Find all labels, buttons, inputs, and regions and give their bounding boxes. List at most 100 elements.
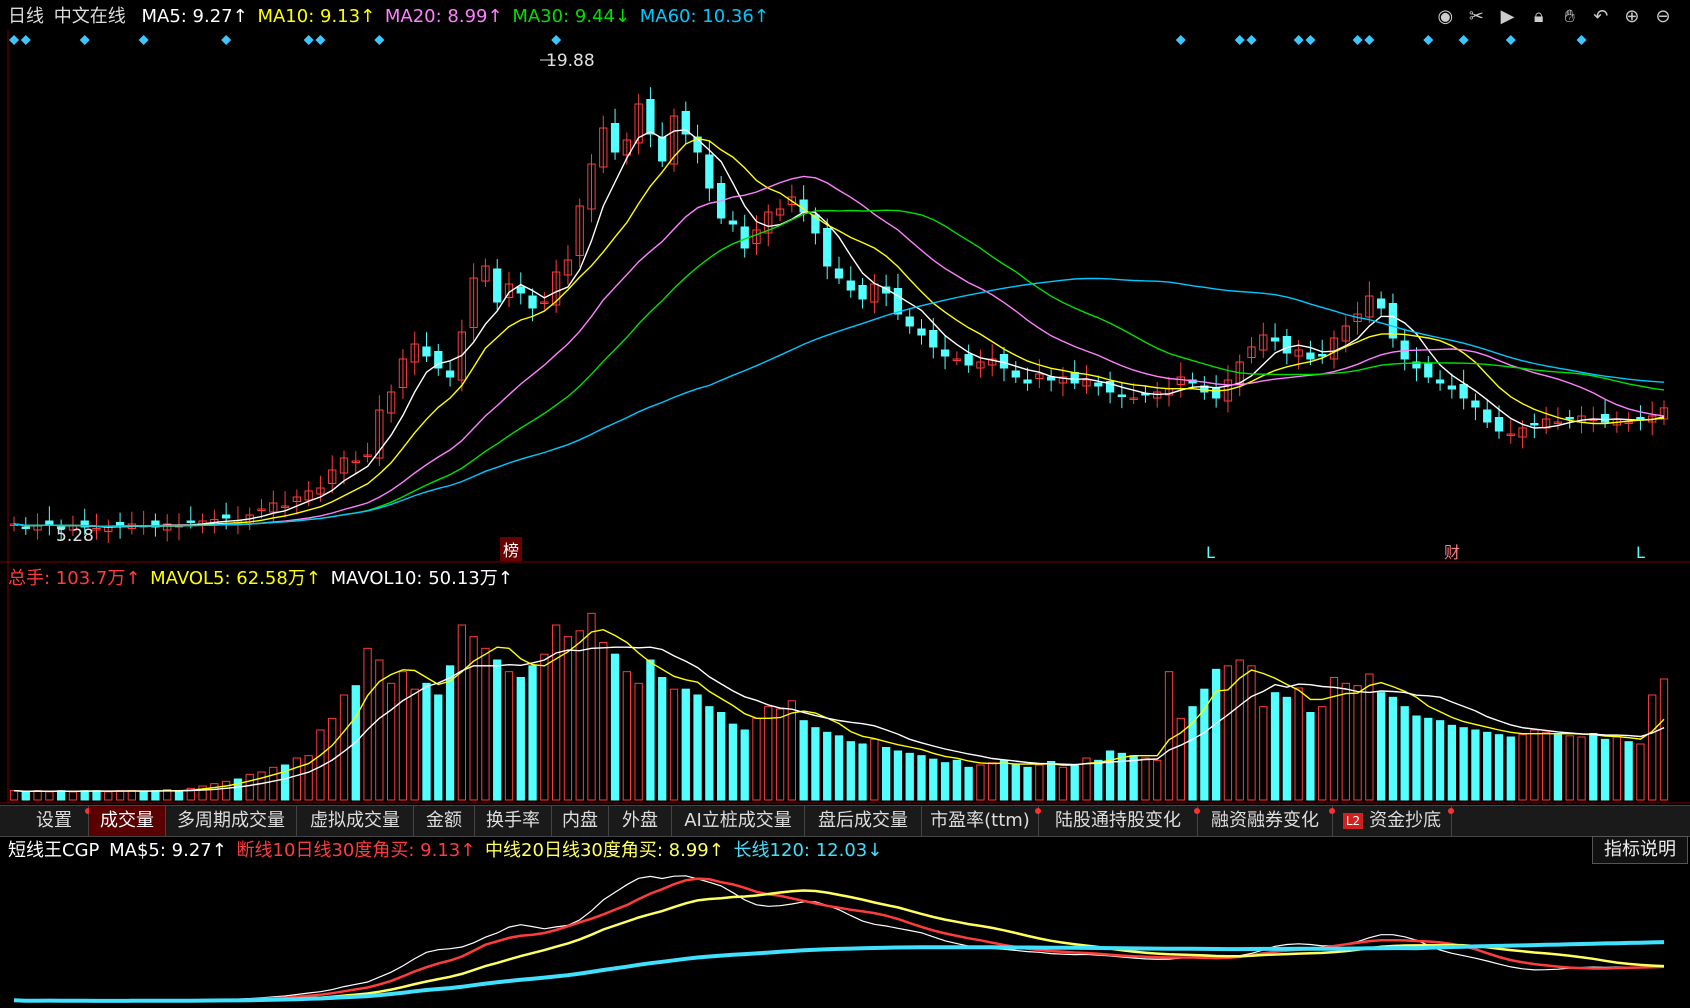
volume-bar — [1494, 734, 1504, 801]
candle-body — [1565, 417, 1574, 420]
undo-icon[interactable]: ↶ — [1588, 6, 1614, 28]
signal-diamond-icon — [1505, 35, 1516, 45]
volume-bar — [964, 766, 973, 801]
volume-bar — [1624, 741, 1633, 801]
zoom-in-icon[interactable]: ⊕ — [1619, 6, 1645, 28]
volume-bar — [127, 790, 137, 801]
volume-bar — [693, 694, 702, 801]
chart-toolbar: ◉ ✂ ▶ 🔒︎ ✋︎ ↶ ⊕ ⊖ — [1432, 6, 1676, 28]
tab-dot-icon — [1448, 808, 1454, 814]
tab-settings[interactable]: 设置 — [20, 806, 91, 836]
high-price-label: 19.88 — [546, 51, 595, 71]
volume-bar — [68, 791, 78, 801]
volume-bar — [339, 694, 349, 801]
volume-bar — [1058, 766, 1068, 801]
tab-virtual-volume[interactable]: 虚拟成交量 — [297, 806, 414, 836]
volume-bar — [386, 682, 396, 801]
volume-bar — [1412, 715, 1421, 801]
lock-icon[interactable]: 🔒︎ — [1526, 6, 1552, 28]
volume-bar — [811, 727, 820, 801]
volume-bar — [1211, 668, 1221, 801]
tab-turnover[interactable]: 换手率 — [475, 806, 552, 836]
candle-body — [422, 346, 431, 357]
candle-body — [964, 354, 973, 366]
volume-bar — [245, 773, 254, 801]
eye-icon[interactable]: ◉ — [1432, 6, 1458, 28]
volume-bar — [563, 636, 573, 801]
hand-icon[interactable]: ✋︎ — [1557, 6, 1583, 28]
volume-bar — [1530, 729, 1539, 801]
candle-body — [646, 99, 655, 135]
candle-body — [1636, 417, 1645, 420]
mavol10-value: MAVOL10: 50.13万↑ — [330, 568, 513, 589]
volume-bar — [740, 729, 749, 801]
signal-diamond-icon — [138, 35, 149, 45]
tab-margin-trading[interactable]: 融资融券变化 — [1198, 806, 1335, 836]
period-label: 日线 — [8, 6, 44, 27]
zoom-out-icon[interactable]: ⊖ — [1650, 6, 1676, 28]
signal-diamond-icon — [1352, 35, 1363, 45]
candle-body — [45, 520, 54, 525]
signal-diamond-icon — [9, 35, 19, 45]
candle-body — [1388, 303, 1398, 339]
indicator-tab-bar: 设置 成交量 多周期成交量 虚拟成交量 金额 换手率 内盘 外盘 AI立桩成交量… — [0, 805, 1690, 837]
candle-body — [1376, 298, 1386, 309]
volume-bar — [1153, 759, 1162, 801]
volume-bar — [988, 762, 997, 801]
volume-bar — [422, 682, 431, 801]
volume-bars — [9, 612, 1669, 801]
tab-pe-ttm[interactable]: 市盈率(ttm) — [922, 806, 1041, 836]
signal-diamond-icon — [1423, 35, 1434, 45]
volume-bar — [1035, 764, 1044, 801]
candle-body — [1023, 379, 1032, 384]
volume-bar — [905, 752, 914, 801]
candle-body — [917, 328, 926, 336]
signal-diamond-icon — [315, 35, 326, 45]
volume-bar — [1577, 736, 1586, 801]
volume-bar — [445, 665, 455, 801]
volume-bar — [681, 688, 690, 801]
tab-after-hours-volume[interactable]: 盘后成交量 — [805, 806, 922, 836]
tab-multi-period-volume[interactable]: 多周期成交量 — [166, 806, 297, 836]
signal-diamond-icon — [221, 35, 232, 45]
volume-bar — [33, 790, 42, 801]
volume-bar — [1164, 671, 1174, 801]
volume-bar — [787, 700, 797, 801]
tab-inner[interactable]: 内盘 — [552, 806, 609, 836]
volume-bar — [917, 755, 926, 801]
volume-bar — [646, 659, 655, 801]
candle-body — [610, 123, 620, 153]
indicator-explain-button[interactable]: 指标说明 — [1592, 836, 1688, 864]
candle-body — [445, 370, 455, 378]
volume-bar — [599, 642, 608, 801]
volume-bar — [551, 624, 561, 801]
ma60-value: MA60: 10.36↑ — [639, 6, 769, 27]
volume-bar — [1046, 761, 1056, 801]
scissors-icon[interactable]: ✂ — [1463, 6, 1489, 28]
candle-body — [493, 268, 502, 303]
play-icon[interactable]: ▶ — [1495, 6, 1521, 28]
volume-bar — [528, 665, 537, 801]
volume-bar — [21, 791, 30, 801]
volume-bar — [622, 671, 632, 801]
tab-volume[interactable]: 成交量 — [89, 806, 166, 836]
ma5-line — [13, 129, 1665, 528]
signal-diamond-icon — [1305, 35, 1316, 45]
volume-bar — [92, 790, 101, 801]
volume-bar — [257, 771, 266, 801]
volume-bar — [893, 750, 903, 801]
candle-series — [9, 87, 1669, 543]
volume-bar — [1282, 696, 1292, 801]
volume-bar — [881, 747, 891, 801]
volume-bar — [1400, 706, 1409, 801]
volume-bar — [999, 759, 1009, 801]
volume-bar — [1105, 750, 1115, 801]
tab-outer[interactable]: 外盘 — [609, 806, 672, 836]
tab-ai-volume[interactable]: AI立桩成交量 — [672, 806, 805, 836]
candle-body — [1447, 385, 1457, 390]
tab-capital-bottom[interactable]: L2 资金抄底 — [1333, 806, 1454, 836]
tab-amount[interactable]: 金额 — [414, 806, 475, 836]
volume-bar — [775, 708, 785, 801]
tab-northbound-holdings[interactable]: 陆股通持股变化 — [1039, 806, 1200, 836]
volume-bar — [516, 677, 525, 801]
